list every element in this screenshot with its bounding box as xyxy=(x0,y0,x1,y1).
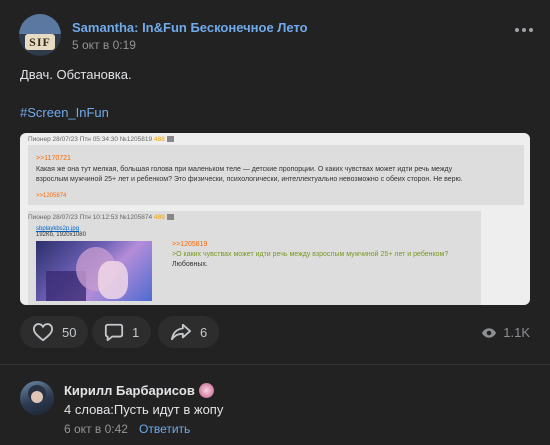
comment-icon xyxy=(104,323,124,342)
reply1-backlink: >>1205874 xyxy=(36,193,67,199)
profile-badge-icon xyxy=(198,383,214,398)
view-count: 1.1K xyxy=(503,325,530,340)
reply2-post: sbplaykbs2p.jpg 192Кб, 1920x1080 >>12058… xyxy=(28,211,481,305)
share-button[interactable]: 6 xyxy=(158,316,220,348)
commenter-name[interactable]: Кирилл Барбарисов xyxy=(64,383,214,398)
post-image[interactable]: Пионер 28/07/23 Птн 05:34:30 №1205819 48… xyxy=(20,133,530,305)
reply-button[interactable]: Ответить xyxy=(139,422,190,436)
hashtag-link[interactable]: #Screen_InFun xyxy=(20,105,109,120)
reply1-meta: Пионер 28/07/23 Птн 05:34:30 №1205819 48… xyxy=(28,136,174,143)
reply1-quote: >>1170721 xyxy=(36,155,71,162)
post-date[interactable]: 5 окт в 0:19 xyxy=(72,38,136,52)
commenter-avatar[interactable] xyxy=(20,381,54,415)
post-text: Двач. Обстановка. xyxy=(20,67,132,82)
reply2-quote: >>1205819 xyxy=(172,241,208,248)
avatar-background xyxy=(19,14,61,34)
comment-date[interactable]: 6 окт в 0:42 xyxy=(64,422,128,436)
comments-divider xyxy=(0,364,550,365)
reply2-file-info: sbplaykbs2p.jpg 192Кб, 1920x1080 xyxy=(36,226,86,238)
more-options-icon[interactable] xyxy=(515,28,533,34)
like-count: 50 xyxy=(62,324,77,340)
comment-button[interactable]: 1 xyxy=(92,316,152,348)
comment-text: 4 слова:Пусть идут в жопу xyxy=(64,402,224,417)
author-avatar[interactable]: SIF xyxy=(19,14,61,56)
reply2-greentext: >О каких чувствах может идти речь между … xyxy=(172,251,449,258)
share-icon xyxy=(171,323,191,341)
avatar-logo: SIF xyxy=(25,34,55,50)
share-count: 6 xyxy=(200,324,208,340)
reply1-post: >>1170721 Какая же она тут мелкая, больш… xyxy=(28,145,524,205)
reply2-answer: Любовных. xyxy=(172,261,208,268)
reply2-meta: Пионер 28/07/23 Птн 10:12:53 №1205874 48… xyxy=(28,214,174,221)
view-counter: 1.1K xyxy=(481,325,530,340)
reply1-body: Какая же она тут мелкая, большая голова … xyxy=(36,166,463,183)
comment-count: 1 xyxy=(132,324,140,340)
reply2-thumbnail xyxy=(36,241,152,301)
post-author-link[interactable]: Samantha: In&Fun Бесконечное Лето xyxy=(72,20,308,35)
post-actions: 50 1 6 1.1K xyxy=(0,316,550,350)
eye-icon xyxy=(482,327,497,338)
post-header: SIF Samantha: In&Fun Бесконечное Лето 5 … xyxy=(0,0,550,60)
heart-icon xyxy=(32,323,54,342)
like-button[interactable]: 50 xyxy=(20,316,89,348)
